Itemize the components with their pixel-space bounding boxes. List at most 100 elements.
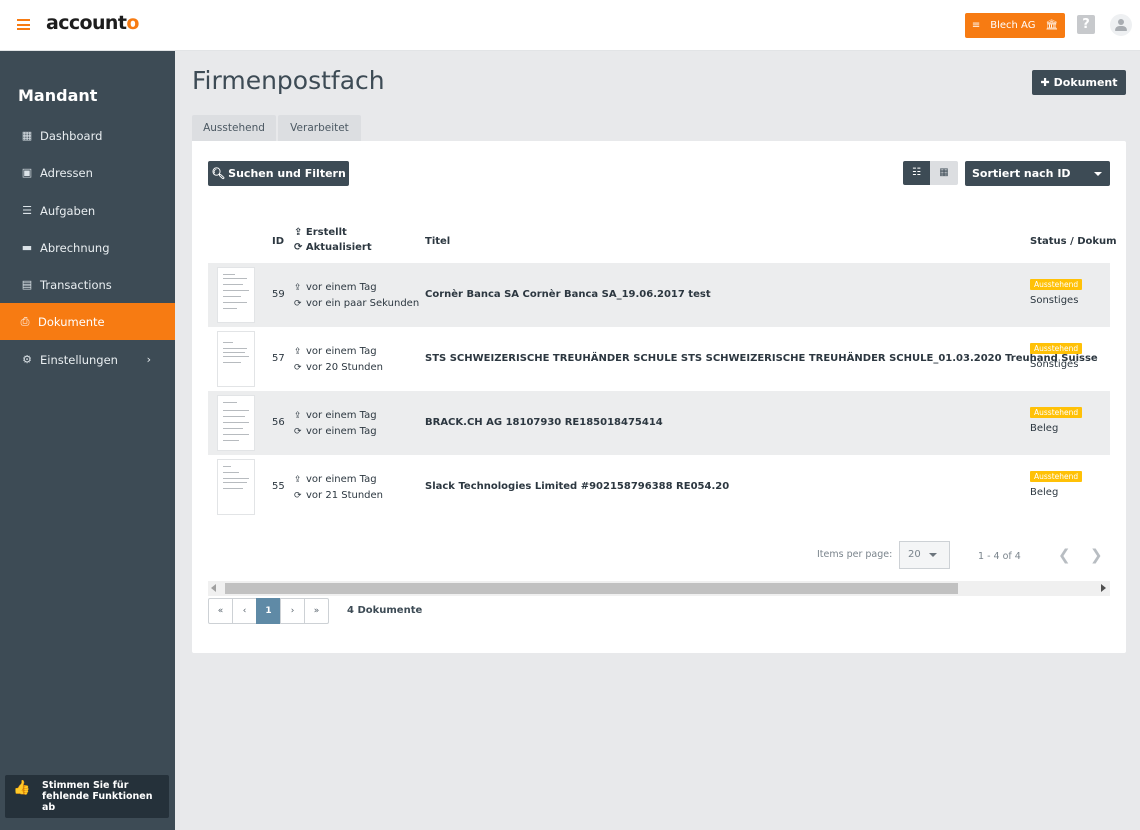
- table-row[interactable]: 55 ⇪ vor einem Tag ⟳ vor 21 Stunden Slack …: [208, 455, 1110, 519]
- sidebar-item-einstellungen[interactable]: ⚙ Einstellungen ›: [0, 341, 175, 378]
- status-badge: Ausstehend: [1030, 471, 1083, 482]
- column-header-status[interactable]: Status / Dokum: [1030, 236, 1117, 247]
- next-page-button[interactable]: ›: [280, 598, 305, 624]
- upload-user-icon: ⇪: [294, 283, 302, 293]
- row-created: vor einem Tag: [306, 410, 377, 421]
- status-badge: Ausstehend: [1030, 279, 1083, 290]
- table-row[interactable]: 59 ⇪ vor einem Tag ⟳ vor ein paar Sekunden…: [208, 263, 1110, 327]
- refresh-icon: ⟳: [294, 491, 302, 501]
- caret-down-icon: [1094, 172, 1102, 176]
- sidebar-item-label: Dashboard: [40, 128, 103, 143]
- sidebar-item-aufgaben[interactable]: ☰ Aufgaben: [0, 192, 175, 229]
- upload-user-icon: ⇪: [294, 347, 302, 357]
- sort-select[interactable]: Sortiert nach ID: [965, 161, 1110, 186]
- thumbs-up-icon: 👍: [13, 780, 31, 796]
- sidebar-item-label: Einstellungen: [40, 352, 118, 367]
- page-range-label: 1 - 4 of 4: [978, 551, 1021, 562]
- row-updated: vor 21 Stunden: [306, 490, 384, 501]
- feature-vote-button[interactable]: 👍 Stimmen Sie für fehlende Funktionen ab: [5, 775, 169, 818]
- prev-page-button[interactable]: ‹: [232, 598, 257, 624]
- sidebar-item-label: Abrechnung: [40, 240, 110, 255]
- tab-ausstehend[interactable]: Ausstehend: [192, 115, 276, 141]
- grid-icon: ▦: [939, 167, 949, 178]
- page-title: Firmenpostfach: [192, 66, 385, 95]
- pagination: « ‹ 1 › »: [208, 598, 329, 624]
- client-switch-button[interactable]: ≡ Blech AG 🏛: [965, 13, 1065, 38]
- items-per-page-select[interactable]: 20: [899, 541, 950, 569]
- table-row[interactable]: 56 ⇪ vor einem Tag ⟳ vor einem Tag BRACK.C…: [208, 391, 1110, 455]
- column-header-id[interactable]: ID: [272, 236, 284, 247]
- grid-icon: ▦: [21, 129, 33, 142]
- list-icon: ☷: [912, 167, 921, 178]
- row-title[interactable]: Slack Technologies Limited #902158796388…: [425, 481, 729, 492]
- document-thumbnail[interactable]: [217, 267, 255, 323]
- next-page-icon[interactable]: ❯: [1090, 546, 1103, 564]
- list-view-button[interactable]: ☷: [903, 161, 930, 185]
- refresh-icon: ⟳: [294, 427, 302, 437]
- scroll-left-icon[interactable]: [211, 584, 216, 592]
- items-per-page-label: Items per page:: [817, 549, 893, 560]
- tasks-icon: ☰: [22, 204, 32, 217]
- sidebar-item-transactions[interactable]: ▤ Transactions: [0, 266, 175, 303]
- address-book-icon: ▣: [21, 166, 33, 179]
- column-header-dates[interactable]: ⇪ Erstellt ⟳ Aktualisiert: [294, 225, 372, 255]
- row-status: Ausstehend Beleg: [1030, 471, 1083, 498]
- scrollbar-thumb[interactable]: [225, 583, 958, 594]
- row-title[interactable]: Cornèr Banca SA Cornèr Banca SA_19.06.20…: [425, 289, 711, 300]
- sidebar-item-label: Transactions: [40, 277, 112, 292]
- row-category: Sonstiges: [1030, 359, 1079, 370]
- row-created: vor einem Tag: [306, 346, 377, 357]
- plus-icon: ✚: [1040, 76, 1050, 89]
- grid-view-button[interactable]: ▦: [930, 161, 958, 185]
- page-1-button[interactable]: 1: [256, 598, 281, 624]
- scroll-right-icon[interactable]: [1101, 584, 1106, 592]
- first-page-button[interactable]: «: [208, 598, 233, 624]
- list-icon: ≡: [971, 20, 981, 31]
- user-avatar-icon[interactable]: [1110, 14, 1132, 36]
- row-updated: vor einem Tag: [306, 426, 377, 437]
- top-bar: accounto ≡ Blech AG 🏛 ?: [0, 0, 1140, 51]
- refresh-icon: ⟳: [294, 242, 303, 253]
- sort-label: Sortiert nach ID: [972, 167, 1071, 180]
- app-logo[interactable]: accounto: [46, 12, 139, 34]
- table-row[interactable]: 57 ⇪ vor einem Tag ⟳ vor 20 Stunden STS SC…: [208, 327, 1110, 391]
- sidebar-item-abrechnung[interactable]: ▬ Abrechnung: [0, 229, 175, 266]
- column-header-updated: Aktualisiert: [305, 242, 372, 253]
- add-document-label: Dokument: [1053, 76, 1118, 89]
- help-icon[interactable]: ?: [1077, 15, 1095, 34]
- row-title[interactable]: BRACK.CH AG 18107930 RE185018475414: [425, 417, 663, 428]
- chevron-right-icon: ›: [146, 353, 151, 366]
- document-thumbnail[interactable]: [217, 331, 255, 387]
- last-page-button[interactable]: »: [304, 598, 329, 624]
- horizontal-scrollbar[interactable]: [208, 581, 1110, 596]
- sidebar-item-adressen[interactable]: ▣ Adressen: [0, 154, 175, 191]
- sidebar-item-dokumente[interactable]: ⎙ Dokumente: [0, 303, 175, 340]
- tab-verarbeitet[interactable]: Verarbeitet: [278, 115, 361, 141]
- row-id: 59: [272, 289, 285, 300]
- printer-icon: ⎙: [20, 314, 30, 328]
- feature-vote-text: Stimmen Sie für fehlende Funktionen ab: [42, 780, 153, 813]
- row-dates: ⇪ vor einem Tag ⟳ vor einem Tag: [294, 408, 377, 440]
- row-created: vor einem Tag: [306, 474, 377, 485]
- sidebar-item-dashboard[interactable]: ▦ Dashboard: [0, 117, 175, 154]
- upload-user-icon: ⇪: [294, 475, 302, 485]
- previous-page-icon[interactable]: ❮: [1058, 546, 1071, 564]
- row-updated: vor ein paar Sekunden: [306, 298, 420, 309]
- document-thumbnail[interactable]: [217, 459, 255, 515]
- column-header-title[interactable]: Titel: [425, 236, 450, 247]
- caret-down-icon: [929, 553, 937, 557]
- sidebar-item-label: Aufgaben: [40, 203, 96, 218]
- row-title[interactable]: STS SCHWEIZERISCHE TREUHÄNDER SCHULE STS…: [425, 353, 1098, 364]
- row-id: 56: [272, 417, 285, 428]
- credit-card-icon: ▬: [21, 241, 33, 254]
- document-thumbnail[interactable]: [217, 395, 255, 451]
- gear-icon: ⚙: [22, 353, 32, 366]
- add-document-button[interactable]: ✚ Dokument: [1032, 70, 1126, 95]
- hamburger-menu-icon[interactable]: [17, 19, 30, 30]
- row-category: Beleg: [1030, 423, 1059, 434]
- search-filter-button[interactable]: 🔍︎ Suchen und Filtern: [208, 161, 349, 186]
- logo-text: account: [46, 12, 127, 34]
- sidebar-item-label: Adressen: [40, 165, 93, 180]
- client-name: Blech AG: [990, 20, 1036, 31]
- sidebar-title: Mandant: [18, 86, 98, 105]
